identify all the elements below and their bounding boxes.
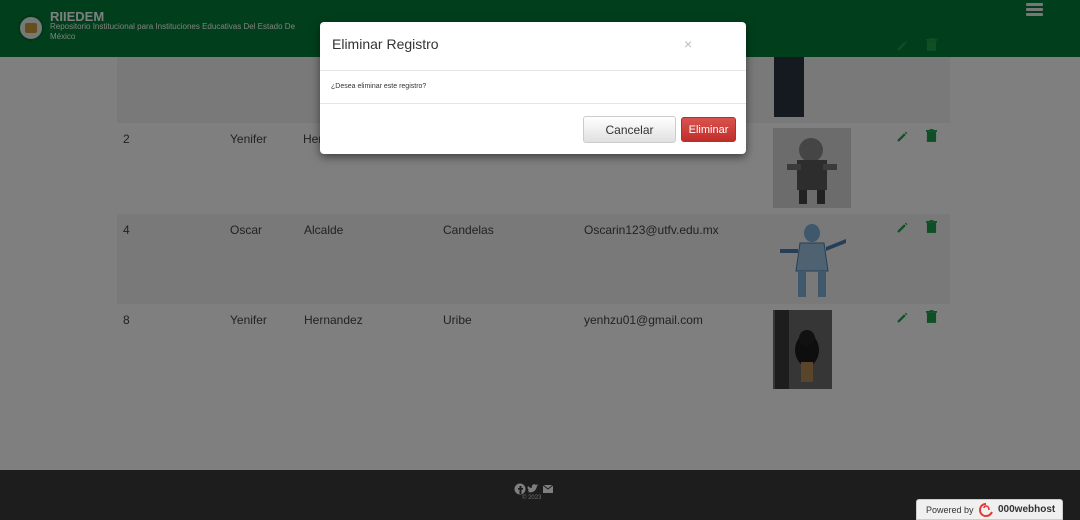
dialog-title: Eliminar Registro bbox=[332, 36, 439, 52]
divider bbox=[320, 70, 746, 71]
delete-button[interactable]: Eliminar bbox=[681, 117, 736, 142]
dialog-message: ¿Desea eliminar este registro? bbox=[331, 83, 427, 90]
close-icon[interactable]: × bbox=[684, 36, 692, 52]
powered-brand: 000webhost bbox=[998, 504, 1056, 515]
hosting-badge[interactable]: Powered by 000webhost bbox=[916, 499, 1063, 520]
webhost-logo-icon bbox=[979, 503, 993, 517]
cancel-button[interactable]: Cancelar bbox=[583, 116, 676, 143]
delete-confirm-dialog: Eliminar Registro × ¿Desea eliminar este… bbox=[320, 22, 746, 154]
divider bbox=[320, 103, 746, 104]
powered-by-label: Powered by bbox=[926, 505, 974, 515]
